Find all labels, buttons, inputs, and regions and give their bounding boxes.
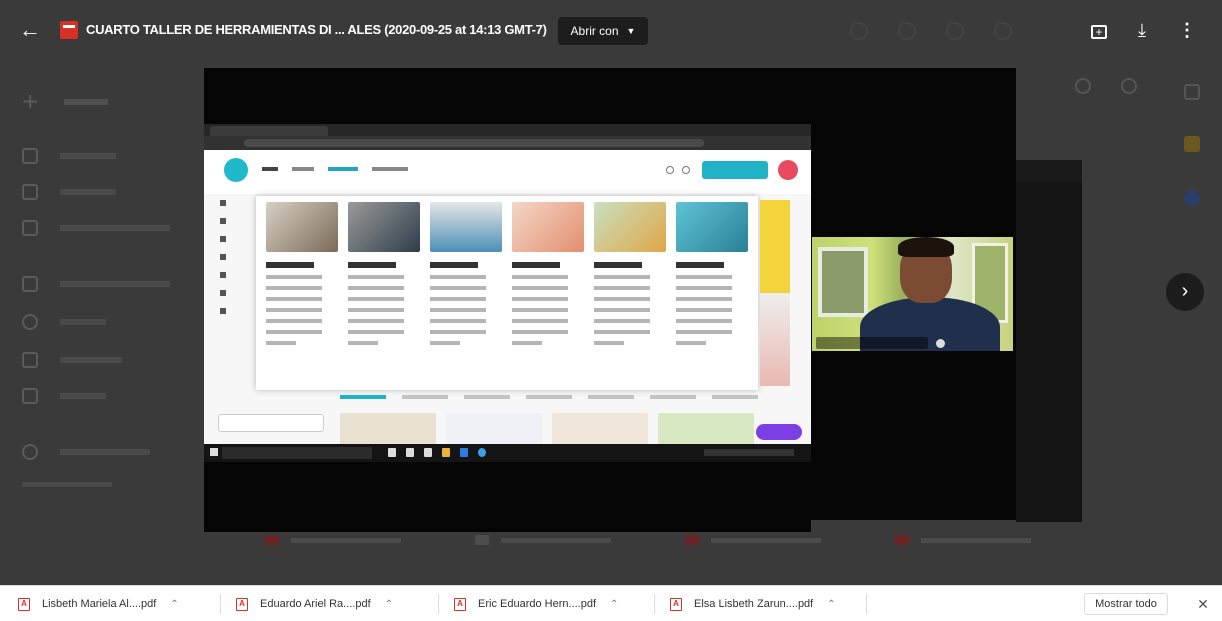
download-item-name: Lisbeth Mariela Al....pdf xyxy=(42,598,157,610)
download-item-name: Elsa Lisbeth Zarun....pdf xyxy=(694,598,814,610)
trash-icon xyxy=(22,388,38,404)
right-rail xyxy=(1162,70,1222,585)
plus-icon: + xyxy=(22,86,39,117)
new-button: + xyxy=(22,86,108,117)
canva-pro-button xyxy=(218,414,324,432)
mic-icon xyxy=(936,339,945,348)
canva-logo xyxy=(224,158,248,182)
open-with-button[interactable]: Abrir con ▼ xyxy=(558,17,648,45)
download-button[interactable]: ⤓ xyxy=(1130,18,1154,42)
dimmed-toolbar-icons xyxy=(850,22,1012,40)
download-item[interactable]: A Eric Eduardo Hern....pdf ⌃ xyxy=(454,586,618,621)
star-icon xyxy=(22,352,38,368)
computer-icon xyxy=(22,184,38,200)
avatar xyxy=(778,160,798,180)
cloud-icon xyxy=(22,444,38,460)
download-icon: ⤓ xyxy=(1138,20,1146,40)
pdf-file-icon: A xyxy=(670,597,682,611)
taskbar-clock xyxy=(704,449,794,456)
download-item-name: Eduardo Ariel Ra....pdf xyxy=(260,598,371,610)
tasks-icon xyxy=(1184,190,1200,206)
clock-icon xyxy=(22,314,38,330)
sidebar-item xyxy=(22,220,170,236)
drive-icon xyxy=(22,148,38,164)
pdf-file-icon: A xyxy=(236,597,248,611)
storage-info xyxy=(22,482,112,487)
sidebar-item xyxy=(22,148,116,164)
video-player[interactable] xyxy=(204,68,1016,532)
caret-down-icon: ▼ xyxy=(626,26,636,36)
canva-header xyxy=(204,150,811,194)
open-with-label: Abrir con xyxy=(570,24,619,38)
windows-taskbar xyxy=(204,444,811,462)
chevron-up-icon[interactable]: ⌃ xyxy=(827,599,835,610)
add-to-drive-icon: + xyxy=(1091,25,1107,39)
download-item[interactable]: A Elsa Lisbeth Zarun....pdf ⌃ xyxy=(670,586,836,621)
webcam-feed xyxy=(812,237,1013,351)
arrow-left-icon: ← xyxy=(19,17,41,42)
people-icon xyxy=(22,276,38,292)
windows-start-icon xyxy=(210,448,218,456)
create-design-button xyxy=(702,161,768,179)
taskbar-search xyxy=(222,447,372,459)
close-icon: ✕ xyxy=(1197,596,1209,612)
add-to-drive-button[interactable]: + xyxy=(1087,18,1111,42)
chevron-up-icon[interactable]: ⌃ xyxy=(385,599,393,610)
browser-titlebar xyxy=(204,124,811,136)
keep-icon xyxy=(1184,136,1200,152)
drive-file-row-ghost xyxy=(265,535,1045,545)
pdf-file-icon: A xyxy=(454,597,466,611)
video-right-strip xyxy=(1016,160,1082,522)
shared-screen xyxy=(204,124,811,532)
video-file-icon xyxy=(60,21,78,39)
canva-sidebar xyxy=(204,194,252,374)
drive-sidebar: + xyxy=(0,70,200,585)
close-downloads-button[interactable]: ✕ xyxy=(1193,594,1213,614)
carousel-strip xyxy=(760,200,790,386)
sidebar-item xyxy=(22,388,106,404)
sidebar-item xyxy=(22,444,150,460)
download-item[interactable]: A Lisbeth Mariela Al....pdf ⌃ xyxy=(18,586,179,621)
help-button xyxy=(756,424,802,440)
file-title: CUARTO TALLER DE HERRAMIENTAS DI ... ALE… xyxy=(86,22,547,37)
back-button[interactable]: ← xyxy=(18,18,42,42)
browser-urlbar xyxy=(204,136,811,150)
pdf-file-icon: A xyxy=(18,597,30,611)
chevron-up-icon[interactable]: ⌃ xyxy=(170,599,178,610)
download-item[interactable]: A Eduardo Ariel Ra....pdf ⌃ xyxy=(236,586,393,621)
sidebar-item xyxy=(22,276,170,292)
sidebar-item xyxy=(22,184,116,200)
show-all-button[interactable]: Mostrar todo xyxy=(1084,593,1168,615)
calendar-icon xyxy=(1184,84,1200,100)
more-options-button[interactable]: ⋮ xyxy=(1175,18,1199,42)
chevron-up-icon[interactable]: ⌃ xyxy=(610,599,618,610)
viewer-topbar: ← CUARTO TALLER DE HERRAMIENTAS DI ... A… xyxy=(0,0,1222,62)
participant-name-label xyxy=(816,337,928,349)
canva-tabs xyxy=(340,390,800,404)
more-vert-icon: ⋮ xyxy=(1178,20,1196,40)
sidebar-item xyxy=(22,352,122,368)
drive-toolbar-ghost xyxy=(1075,78,1137,94)
sidebar-item xyxy=(22,314,106,330)
canva-nav xyxy=(262,166,408,171)
download-item-name: Eric Eduardo Hern....pdf xyxy=(478,598,597,610)
next-file-button[interactable]: › xyxy=(1166,273,1204,311)
chevron-right-icon: › xyxy=(1181,280,1189,302)
downloads-bar: A Lisbeth Mariela Al....pdf ⌃ A Eduardo … xyxy=(0,585,1222,621)
shared-drive-icon xyxy=(22,220,38,236)
canva-mega-menu xyxy=(256,196,758,390)
